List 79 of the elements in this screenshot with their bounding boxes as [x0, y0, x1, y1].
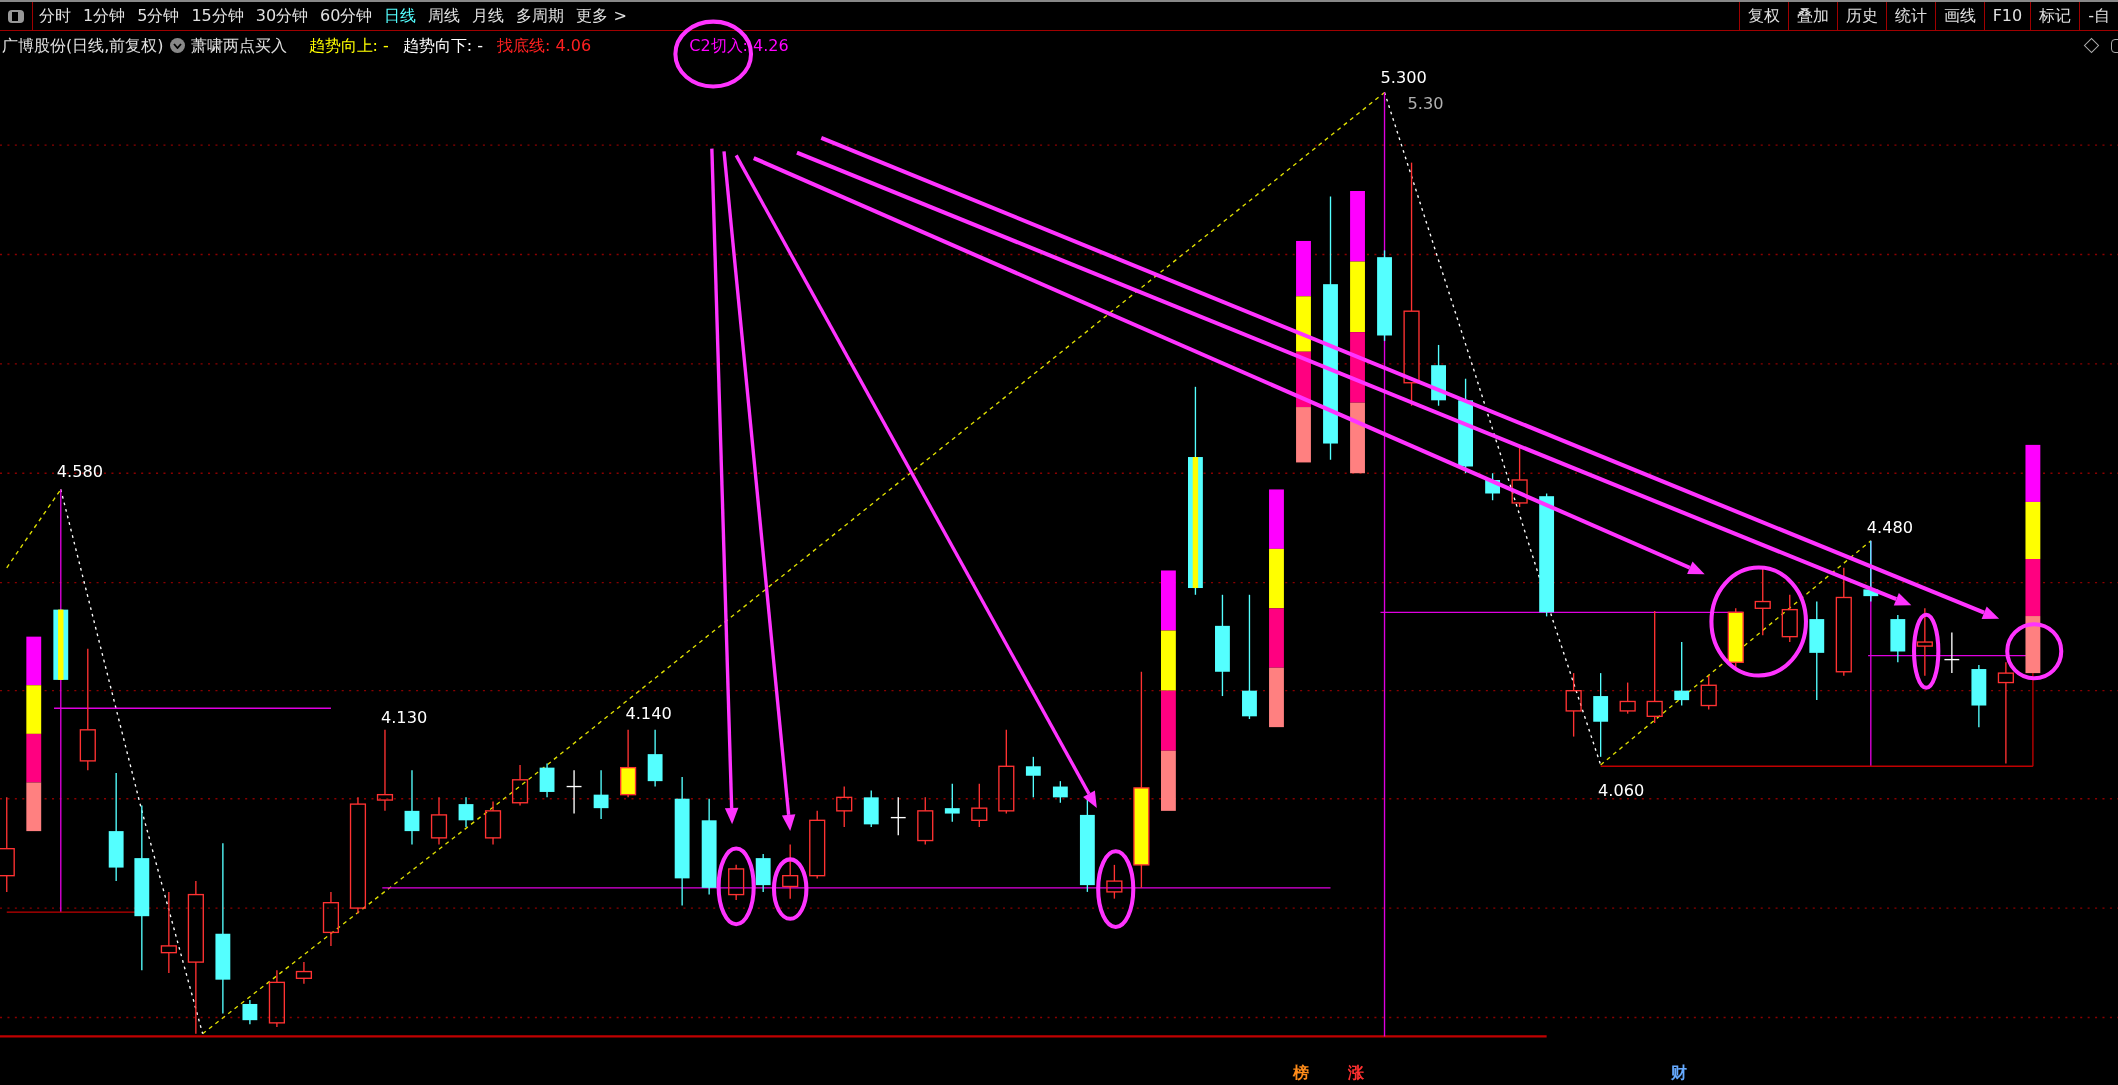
indicator-reading: C2切入: 4.26 — [689, 34, 789, 57]
indicator-reading: 趋势向下: - — [402, 34, 484, 57]
candlestick — [1052, 780, 1068, 804]
candlestick — [863, 789, 879, 828]
candlestick — [809, 810, 826, 880]
candlestick — [1863, 540, 1879, 603]
candlestick — [322, 891, 340, 947]
candlestick — [242, 999, 258, 1025]
event-marker[interactable]: 财 — [1670, 1063, 1687, 1083]
dropdown-icon[interactable] — [169, 38, 185, 53]
candlestick — [1754, 567, 1771, 636]
sidebar-toggle-icon[interactable] — [8, 9, 24, 23]
candlestick — [1106, 864, 1123, 900]
candlestick — [565, 769, 583, 815]
candlestick — [1619, 681, 1636, 715]
candlestick — [1565, 672, 1582, 738]
stock-title: 广博股份(日线,前复权) — [1, 34, 164, 57]
candlestick — [1971, 664, 1987, 728]
candlestick — [782, 843, 799, 900]
candlestick — [944, 783, 960, 823]
annotation-circle — [771, 857, 809, 921]
candlestick — [1700, 675, 1717, 711]
candlestick — [1674, 641, 1690, 707]
tool-button[interactable]: 统计 — [1885, 2, 1935, 30]
indicator-reading: 找底线: 4.06 — [497, 34, 592, 57]
price-label: 4.130 — [380, 708, 428, 728]
period-tab[interactable]: 多周期 — [516, 4, 565, 28]
period-tab[interactable]: 60分钟 — [320, 4, 373, 28]
candlestick — [1916, 607, 1933, 677]
tool-button[interactable]: 标记 — [2030, 2, 2080, 30]
tool-button[interactable]: -自 — [2079, 2, 2118, 30]
candlestick — [295, 961, 313, 985]
candlestick — [539, 762, 555, 799]
price-label: 5.30 — [1407, 93, 1444, 113]
period-tab[interactable]: 分时 — [39, 4, 71, 28]
price-label: 4.060 — [1597, 781, 1645, 800]
indicator-name[interactable]: 萧啸两点买入 — [190, 33, 287, 58]
period-tab[interactable]: 15分钟 — [191, 4, 244, 28]
candlestick — [620, 729, 637, 799]
candlestick — [593, 769, 609, 820]
candlestick — [836, 785, 853, 828]
candlestick — [430, 796, 448, 846]
period-tab[interactable]: 5分钟 — [137, 4, 180, 28]
period-tab[interactable]: 月线 — [472, 4, 505, 28]
candlestick — [268, 969, 285, 1028]
candlestick — [484, 800, 502, 846]
candlestick — [728, 864, 745, 901]
candlestick — [1485, 472, 1500, 501]
price-label: 5.300 — [1380, 67, 1427, 87]
candlestick — [647, 729, 663, 788]
period-tab[interactable]: 更多 > — [576, 4, 627, 28]
candlestick — [1943, 631, 1960, 674]
price-label: 4.140 — [625, 704, 672, 723]
tool-button[interactable]: 叠加 — [1787, 2, 1837, 30]
event-marker[interactable]: 榜 — [1292, 1063, 1309, 1083]
candlestick — [917, 796, 934, 846]
event-marker[interactable]: 涨 — [1348, 1063, 1365, 1083]
tool-button[interactable]: 历史 — [1836, 2, 1886, 30]
tool-button[interactable]: 复权 — [1738, 2, 1788, 30]
period-tab[interactable]: 30分钟 — [255, 4, 309, 28]
candlestick — [1025, 756, 1041, 799]
candlestick — [1431, 344, 1446, 407]
candlestick — [511, 764, 529, 807]
tool-button[interactable]: F10 — [1983, 2, 2031, 30]
period-tab[interactable]: 周线 — [428, 4, 461, 28]
candlestick — [1890, 614, 1906, 663]
candlestick — [971, 783, 988, 828]
period-tab[interactable]: 日线 — [384, 4, 417, 28]
candlestick — [1511, 445, 1528, 508]
candlestick — [458, 796, 474, 828]
candlestick — [755, 853, 771, 893]
candlestick — [890, 796, 907, 836]
price-label: 4.480 — [1866, 517, 1914, 537]
indicator-reading: 趋势向上: - — [308, 34, 389, 57]
price-label: 4.580 — [56, 462, 104, 482]
period-tab[interactable]: 1分钟 — [83, 4, 126, 28]
candlestick — [1781, 594, 1798, 643]
tool-button[interactable]: 画线 — [1934, 2, 1984, 30]
annotation-circle — [2005, 622, 2064, 681]
